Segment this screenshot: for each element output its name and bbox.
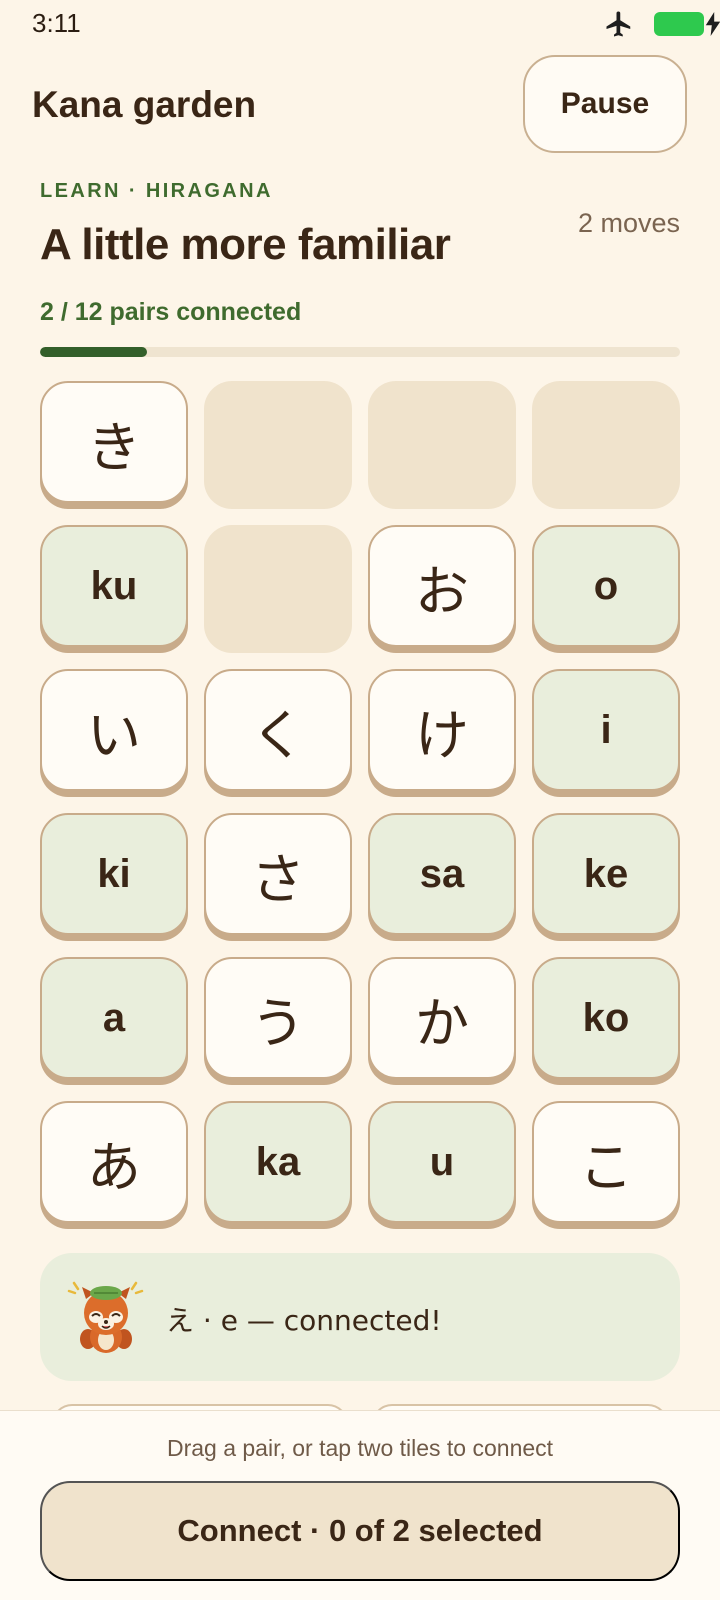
empty-tile-slot [204,525,352,653]
romaji-tile[interactable]: u [368,1101,516,1223]
lesson-title: A little more familiar [40,220,451,269]
charging-bolt-icon [705,12,720,36]
tile-grid: き ku お o いくけ i ki さ sa ke a うか ko あ ka u こ [40,381,680,1229]
kana-tile[interactable]: け [368,669,516,791]
romaji-tile[interactable]: ku [40,525,188,647]
romaji-tile[interactable]: o [532,525,680,647]
section-label: LEARN · HIRAGANA [40,180,273,202]
moves-count: 2 moves [577,208,680,238]
feedback-card: え · e — connected! [40,1253,680,1381]
romaji-tile[interactable]: ke [532,813,680,935]
app-title: Kana garden [32,84,257,125]
romaji-tile[interactable]: ki [40,813,188,935]
battery-icon [654,12,704,36]
romaji-tile[interactable]: sa [368,813,516,935]
empty-tile-slot [532,381,680,509]
airplane-mode-icon [606,11,631,37]
hint-text: Drag a pair, or tap two tiles to connect [166,1435,554,1461]
kana-tile[interactable]: お [368,525,516,647]
feedback-text: え · e — connected! [166,1304,442,1337]
romaji-tile[interactable]: ka [204,1101,352,1223]
kana-tile[interactable]: く [204,669,352,791]
kana-tile[interactable]: い [40,669,188,791]
progress-text: 2 / 12 pairs connected [40,298,302,326]
kana-tile[interactable]: こ [532,1101,680,1223]
romaji-tile[interactable]: ko [532,957,680,1079]
empty-tile-slot [368,381,516,509]
bottom-sheet: Drag a pair, or tap two tiles to connect… [0,1410,720,1600]
kana-tile[interactable]: あ [40,1101,188,1223]
kana-tile[interactable]: さ [204,813,352,935]
progress-bar [40,347,680,357]
status-time: 3:11 [32,8,81,38]
kana-tile[interactable]: う [204,957,352,1079]
connect-button[interactable]: Connect · 0 of 2 selected [40,1481,680,1581]
status-bar: 3:11 [0,0,720,48]
red-panda-mascot-icon [67,1281,144,1353]
romaji-tile[interactable]: a [40,957,188,1079]
kana-tile[interactable]: か [368,957,516,1079]
pause-button[interactable]: Pause [523,55,687,153]
kana-tile[interactable]: き [40,381,188,503]
romaji-tile[interactable]: i [532,669,680,791]
progress-fill [40,347,147,357]
empty-tile-slot [204,381,352,509]
